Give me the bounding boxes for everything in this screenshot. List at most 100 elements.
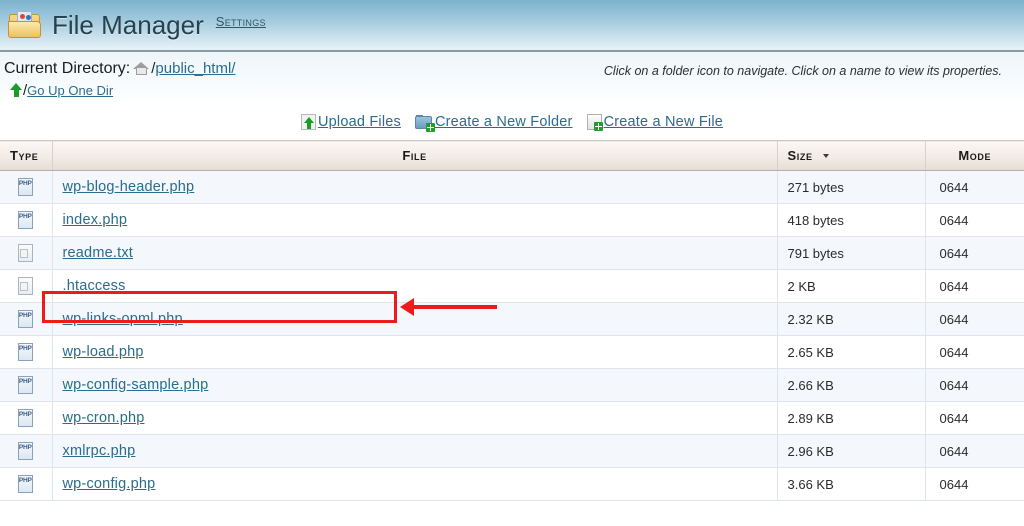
sort-descending-icon [822, 153, 829, 158]
file-size-cell: 418 bytes [777, 203, 926, 237]
file-name-cell: wp-config-sample.php [52, 368, 778, 402]
text-file-icon[interactable] [17, 243, 35, 263]
file-mode-cell: 0644 [925, 467, 1024, 501]
file-mode-cell: 0644 [925, 335, 1024, 369]
php-file-icon[interactable]: PHP [17, 408, 35, 428]
file-size-cell: 2.96 KB [777, 434, 926, 468]
column-header-size-label: Size [787, 148, 813, 163]
create-new-folder-label: Create a New Folder [434, 114, 573, 130]
column-header-file[interactable]: File [52, 140, 778, 171]
file-table: Type File Size Mode PHP wp-blog-header.ph… [0, 140, 1024, 501]
table-row: PHP wp-load.php 2.65 KB 0644 [0, 335, 1024, 369]
breadcrumb-link-public-html[interactable]: public_html/ [155, 60, 235, 77]
php-icon-label: PHP [18, 312, 32, 319]
file-mode-cell: 0644 [925, 368, 1024, 402]
file-mode-cell: 0644 [925, 269, 1024, 303]
directory-bar: Current Directory: / public_html/ / Go U… [0, 52, 1024, 104]
file-name-link[interactable]: readme.txt [63, 245, 134, 261]
file-name-cell: wp-blog-header.php [52, 170, 778, 204]
go-up-row: / Go Up One Dir [4, 80, 1014, 100]
file-name-cell: wp-links-opml.php [52, 302, 778, 336]
file-type-cell: PHP [0, 368, 53, 402]
create-new-folder-button[interactable]: Create a New Folder [414, 114, 573, 132]
php-file-icon[interactable]: PHP [17, 441, 35, 461]
upload-files-button[interactable]: Upload Files [300, 114, 401, 130]
file-name-link[interactable]: wp-config-sample.php [63, 377, 209, 393]
new-folder-icon [414, 114, 435, 132]
create-new-file-label: Create a New File [603, 114, 724, 130]
file-name-link[interactable]: wp-load.php [63, 344, 144, 360]
go-up-one-dir-link[interactable]: Go Up One Dir [27, 83, 113, 98]
php-file-icon[interactable]: PHP [17, 177, 35, 197]
new-file-icon [586, 114, 603, 131]
file-name-cell: index.php [52, 203, 778, 237]
app-header: File Manager Settings [0, 0, 1024, 52]
table-row: PHP index.php 418 bytes 0644 [0, 203, 1024, 237]
php-icon-label: PHP [18, 477, 32, 484]
column-header-type-label: Type [10, 148, 39, 163]
file-table-body: PHP wp-blog-header.php 271 bytes 0644 PHP ind… [0, 170, 1024, 501]
file-name-link[interactable]: .htaccess [63, 278, 126, 294]
php-icon-label: PHP [18, 411, 32, 418]
text-file-icon[interactable] [17, 276, 35, 296]
file-name-cell: wp-cron.php [52, 401, 778, 435]
php-file-icon[interactable]: PHP [17, 375, 35, 395]
file-type-cell [0, 269, 53, 303]
current-directory-label: Current Directory: [4, 59, 131, 77]
table-header-row: Type File Size Mode [0, 140, 1024, 171]
file-type-cell: PHP [0, 467, 53, 501]
file-type-cell: PHP [0, 302, 53, 336]
file-size-cell: 2.65 KB [777, 335, 926, 369]
php-file-icon[interactable]: PHP [17, 342, 35, 362]
file-type-cell [0, 236, 53, 270]
file-name-cell: readme.txt [52, 236, 778, 270]
php-icon-label: PHP [18, 180, 32, 187]
column-header-mode-label: Mode [958, 148, 992, 163]
column-header-type[interactable]: Type [0, 140, 53, 171]
table-row: PHP wp-config.php 3.66 KB 0644 [0, 467, 1024, 501]
file-type-cell: PHP [0, 170, 53, 204]
file-name-link[interactable]: xmlrpc.php [63, 443, 136, 459]
php-file-icon[interactable]: PHP [17, 309, 35, 329]
page-title: File Manager [52, 9, 204, 40]
file-name-link[interactable]: wp-cron.php [63, 410, 145, 426]
file-name-cell: wp-load.php [52, 335, 778, 369]
create-new-file-button[interactable]: Create a New File [586, 114, 724, 131]
file-size-cell: 271 bytes [777, 170, 926, 204]
table-row: PHP wp-links-opml.php 2.32 KB 0644 [0, 302, 1024, 336]
file-type-cell: PHP [0, 401, 53, 435]
table-row: PHP wp-config-sample.php 2.66 KB 0644 [0, 368, 1024, 402]
table-row: .htaccess 2 KB 0644 [0, 269, 1024, 303]
php-file-icon[interactable]: PHP [17, 474, 35, 494]
settings-link[interactable]: Settings [216, 14, 266, 29]
file-size-cell: 2.66 KB [777, 368, 926, 402]
column-header-size[interactable]: Size [777, 140, 926, 171]
column-header-file-label: File [402, 148, 427, 163]
green-up-arrow-icon[interactable] [10, 83, 23, 97]
action-toolbar: Upload Files Create a New Folder Create … [0, 104, 1024, 140]
file-type-cell: PHP [0, 203, 53, 237]
php-icon-label: PHP [18, 345, 32, 352]
file-size-cell: 3.66 KB [777, 467, 926, 501]
file-name-link[interactable]: index.php [63, 212, 128, 228]
file-size-cell: 791 bytes [777, 236, 926, 270]
file-name-cell: .htaccess [52, 269, 778, 303]
column-header-mode[interactable]: Mode [925, 140, 1024, 171]
file-list-region: Type File Size Mode PHP wp-blog-header.ph… [0, 140, 1024, 501]
file-name-link[interactable]: wp-links-opml.php [63, 311, 183, 327]
file-name-cell: xmlrpc.php [52, 434, 778, 468]
file-type-cell: PHP [0, 335, 53, 369]
file-mode-cell: 0644 [925, 170, 1024, 204]
file-mode-cell: 0644 [925, 434, 1024, 468]
home-icon[interactable] [133, 61, 150, 76]
file-name-cell: wp-config.php [52, 467, 778, 501]
upload-files-label: Upload Files [317, 114, 401, 130]
table-row: readme.txt 791 bytes 0644 [0, 236, 1024, 270]
table-row: PHP xmlrpc.php 2.96 KB 0644 [0, 434, 1024, 468]
file-name-link[interactable]: wp-config.php [63, 476, 156, 492]
file-mode-cell: 0644 [925, 401, 1024, 435]
file-name-link[interactable]: wp-blog-header.php [63, 179, 195, 195]
file-size-cell: 2.32 KB [777, 302, 926, 336]
file-type-cell: PHP [0, 434, 53, 468]
php-file-icon[interactable]: PHP [17, 210, 35, 230]
